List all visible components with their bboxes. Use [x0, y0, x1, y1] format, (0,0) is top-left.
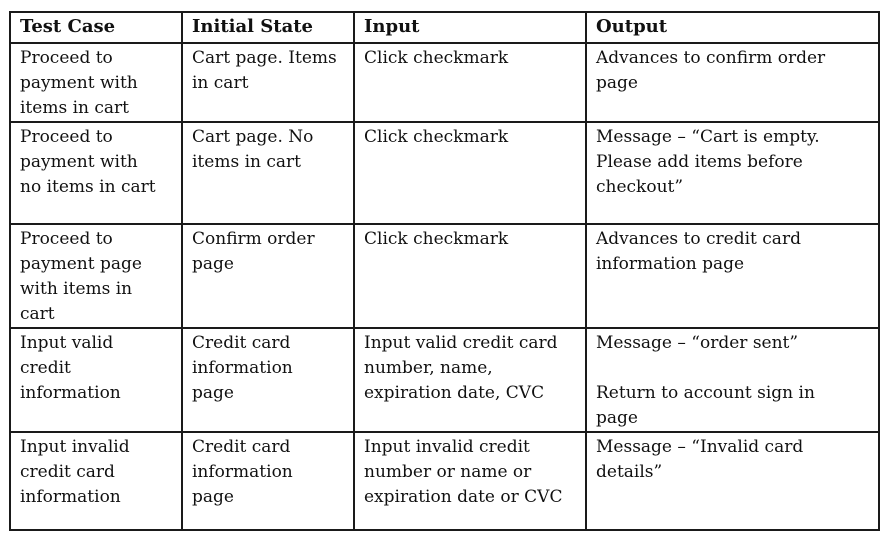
header-initial-state: Initial State [181, 11, 355, 44]
table-cell: Click checkmark [353, 223, 587, 329]
table-cell: Cart page. Items in cart [181, 42, 355, 123]
table-cell: Click checkmark [353, 42, 587, 123]
table-cell: Input valid credit information [9, 327, 183, 433]
table-cell: Click checkmark [353, 121, 587, 225]
table-cell: Input invalid credit number or name or e… [353, 431, 587, 531]
test-case-table: Test Case Initial State Input Output Pro… [9, 11, 880, 531]
table-cell: Proceed to payment page with items in ca… [9, 223, 183, 329]
table-cell: Input invalid credit card information [9, 431, 183, 531]
input-text: Input invalid credit number or name or e… [364, 437, 563, 507]
output-text: Advances to credit card information page [596, 229, 801, 274]
output-text: Message – “Invalid card details” [596, 437, 804, 482]
initial-state-text: Credit card information page [192, 437, 293, 507]
initial-state-text: Confirm order page [192, 229, 315, 274]
header-test-case: Test Case [9, 11, 183, 44]
input-text: Click checkmark [364, 127, 509, 147]
table-row: Proceed to payment with items in cart Ca… [9, 42, 880, 123]
initial-state-text: Cart page. No items in cart [192, 127, 314, 172]
output-text: Advances to confirm order page [596, 48, 826, 93]
initial-state-text: Cart page. Items in cart [192, 48, 337, 93]
table-row: Proceed to payment with no items in cart… [9, 121, 880, 225]
table-row: Proceed to payment page with items in ca… [9, 223, 880, 329]
table-cell: Message – “Cart is empty. Please add ite… [585, 121, 880, 225]
table-cell: Cart page. No items in cart [181, 121, 355, 225]
table-header-row: Test Case Initial State Input Output [9, 11, 880, 44]
table-cell: Proceed to payment with items in cart [9, 42, 183, 123]
header-output: Output [585, 11, 880, 44]
output-text: Message – “order sent” Return to account… [596, 333, 815, 428]
test-case-text: Input invalid credit card information [20, 437, 130, 507]
table-cell: Confirm order page [181, 223, 355, 329]
table-cell: Proceed to payment with no items in cart [9, 121, 183, 225]
table-cell: Credit card information page [181, 431, 355, 531]
test-case-text: Proceed to payment with no items in cart [20, 127, 156, 197]
test-case-text: Input valid credit information [20, 333, 121, 403]
table-cell: Advances to confirm order page [585, 42, 880, 123]
table-row: Input invalid credit card information Cr… [9, 431, 880, 531]
output-text: Message – “Cart is empty. Please add ite… [596, 127, 820, 197]
table-cell: Message – “order sent” Return to account… [585, 327, 880, 433]
input-text: Click checkmark [364, 229, 509, 249]
table-cell: Input valid credit card number, name, ex… [353, 327, 587, 433]
header-input: Input [353, 11, 587, 44]
table-cell: Credit card information page [181, 327, 355, 433]
test-case-text: Proceed to payment with items in cart [20, 48, 138, 118]
input-text: Click checkmark [364, 48, 509, 68]
table-row: Input valid credit information Credit ca… [9, 327, 880, 433]
table-cell: Advances to credit card information page [585, 223, 880, 329]
test-case-text: Proceed to payment page with items in ca… [20, 229, 142, 324]
input-text: Input valid credit card number, name, ex… [364, 333, 558, 403]
table-cell: Message – “Invalid card details” [585, 431, 880, 531]
initial-state-text: Credit card information page [192, 333, 293, 403]
